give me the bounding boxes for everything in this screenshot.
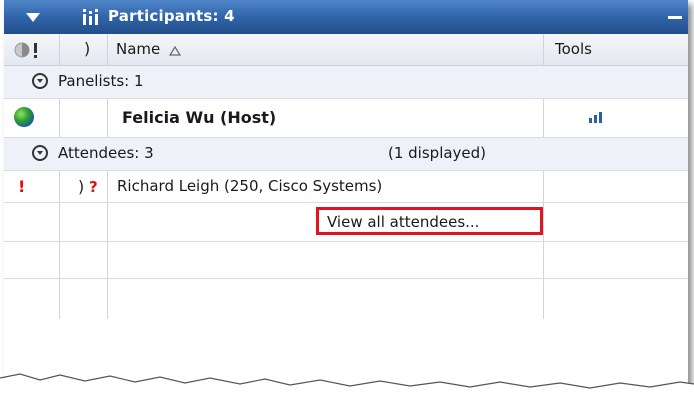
alert-icon: ! [18, 177, 26, 196]
circle-chevron-down-icon[interactable] [32, 145, 48, 161]
triangle-down-icon[interactable] [26, 13, 40, 22]
audio-icon: ) [78, 177, 85, 196]
attendees-group-row[interactable]: Attendees: 3 (1 displayed) [4, 138, 688, 171]
circle-chevron-down-icon[interactable] [32, 73, 48, 89]
question-icon: ? [89, 178, 98, 196]
panelists-group-row[interactable]: Panelists: 1 [4, 66, 688, 99]
status-alert-icon[interactable] [14, 41, 44, 59]
torn-edge-decoration [0, 373, 694, 396]
name-column-header[interactable]: Name [116, 40, 160, 58]
view-all-row: View all attendees... [4, 203, 688, 242]
attendees-displayed-count: (1 displayed) [388, 144, 487, 162]
signal-bars-icon[interactable] [588, 111, 604, 123]
empty-row [4, 279, 688, 319]
participants-panel: Participants: 4 ) Name Tools Panelists: … [4, 0, 688, 392]
host-name: Felicia Wu (Host) [122, 108, 277, 127]
globe-icon [14, 107, 34, 127]
view-all-attendees-link[interactable]: View all attendees... [316, 207, 543, 235]
column-header: ) Name Tools [4, 34, 688, 66]
panel-titlebar: Participants: 4 [4, 0, 688, 34]
minimize-icon[interactable] [668, 16, 682, 19]
attendees-group-label: Attendees: 3 [58, 144, 154, 162]
panelists-group-label: Panelists: 1 [58, 72, 144, 90]
empty-row [4, 242, 688, 279]
panel-title: Participants: 4 [108, 7, 235, 25]
tools-column-header[interactable]: Tools [555, 40, 592, 58]
host-row[interactable]: Felicia Wu (Host) [4, 99, 688, 138]
sort-ascending-icon[interactable] [169, 46, 181, 56]
audio-icon[interactable]: ) [84, 39, 90, 58]
attendee-name: Richard Leigh (250, Cisco Systems) [117, 177, 383, 195]
attendee-row[interactable]: ! ) ? Richard Leigh (250, Cisco Systems) [4, 171, 688, 203]
participants-icon [83, 9, 98, 25]
